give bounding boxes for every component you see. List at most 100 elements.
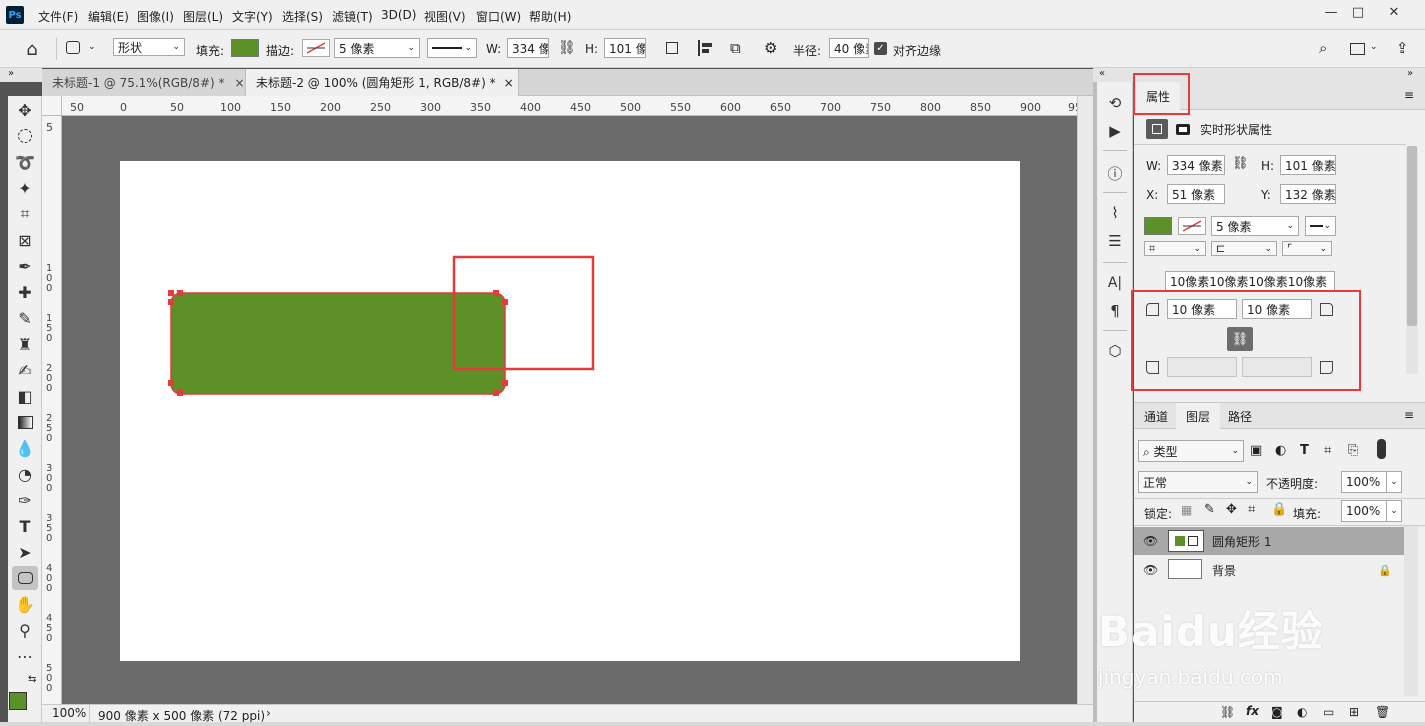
zoom-level[interactable]: 100% [42, 705, 90, 722]
menu-file[interactable]: 文件(F) [38, 8, 78, 25]
frame-tool-icon[interactable]: ⊠ [12, 228, 38, 252]
chevron-down-icon[interactable]: ⌄ [1386, 471, 1402, 493]
stamp-tool-icon[interactable]: ♜ [12, 332, 38, 356]
zoom-tool-icon[interactable]: ⚲ [12, 618, 38, 642]
x-input[interactable]: 51 像素 [1167, 184, 1225, 204]
fill-input[interactable]: 100% [1341, 500, 1387, 522]
lasso-tool-icon[interactable]: ➰ [12, 150, 38, 174]
path-operations-icon[interactable] [666, 42, 678, 54]
image-filter-icon[interactable]: ▣ [1250, 443, 1262, 458]
menu-filter[interactable]: 滤镜(T) [332, 8, 373, 25]
path-selection-tool-icon[interactable]: ➤ [12, 540, 38, 564]
menu-help[interactable]: 帮助(H) [529, 8, 571, 25]
chevron-down-icon[interactable]: ⌄ [1370, 42, 1378, 52]
panel-menu-icon[interactable]: ≡ [1404, 88, 1414, 102]
anchor-point[interactable] [493, 390, 499, 396]
corner-radii-summary[interactable]: 10像素10像素10像素10像素 [1165, 271, 1335, 291]
bottom-left-radius-input[interactable] [1167, 357, 1237, 377]
stroke-corners-select[interactable]: ⌜ ⌄ [1282, 241, 1332, 256]
anchor-point[interactable] [168, 380, 174, 386]
rounded-rectangle-tool-icon[interactable] [12, 566, 38, 590]
fill-color-swatch[interactable] [1144, 217, 1172, 235]
adjustment-icon[interactable]: ◐ [1297, 705, 1307, 719]
menu-edit[interactable]: 编辑(E) [88, 8, 129, 25]
status-menu-arrow[interactable]: › [266, 706, 271, 720]
radius-input[interactable]: 40 像素 [829, 38, 869, 58]
menu-image[interactable]: 图像(I) [137, 8, 174, 25]
close-icon[interactable]: × [504, 76, 514, 90]
mask-properties-icon[interactable] [1172, 119, 1194, 139]
anchor-point[interactable] [493, 290, 499, 296]
eye-icon[interactable]: 👁 [1143, 563, 1158, 577]
opacity-input[interactable]: 100% [1341, 471, 1387, 493]
anchor-point[interactable] [177, 390, 183, 396]
layer-row-background[interactable]: 👁 背景 🔒 [1134, 556, 1404, 584]
3d-cube-icon[interactable]: ⬡ [1103, 340, 1127, 362]
maximize-button[interactable]: □ [1345, 3, 1371, 21]
link-icon[interactable]: ⛓ [1232, 156, 1249, 171]
move-tool-icon[interactable]: ✥ [12, 98, 38, 122]
menu-window[interactable]: 窗口(W) [476, 8, 521, 25]
adjustment-filter-icon[interactable]: ◐ [1275, 443, 1286, 458]
menu-view[interactable]: 视图(V) [424, 8, 466, 25]
link-icon[interactable]: ⛓ [1220, 705, 1235, 719]
stroke-type-select[interactable]: ⌄ [1305, 216, 1336, 236]
layer-row-shape[interactable]: 👁 圆角矩形 1 [1134, 527, 1404, 555]
type-tool-icon[interactable]: T [12, 514, 38, 538]
anchor-point[interactable] [168, 290, 174, 296]
top-right-radius-input[interactable]: 10 像素 [1242, 299, 1312, 319]
link-corners-button[interactable]: ⛓ [1227, 327, 1253, 351]
stroke-width-select[interactable]: 5 像素 ⌄ [1211, 216, 1299, 236]
height-input[interactable]: 101 像素 [1280, 155, 1336, 175]
fill-color-swatch[interactable] [231, 39, 259, 57]
actions-play-icon[interactable]: ▶ [1103, 120, 1127, 142]
blend-mode-select[interactable]: 正常 ⌄ [1138, 471, 1258, 493]
bottom-right-radius-input[interactable] [1242, 357, 1312, 377]
lock-artboard-icon[interactable]: ⌗ [1248, 502, 1255, 517]
info-icon[interactable]: ⓘ [1103, 162, 1127, 184]
smart-object-filter-icon[interactable]: ⎘ [1348, 443, 1358, 458]
history-brush-tool-icon[interactable]: ✍ [12, 358, 38, 382]
pen-tool-icon[interactable]: ✑ [12, 488, 38, 512]
gradient-tool-icon[interactable] [12, 410, 38, 434]
brush-settings-icon[interactable]: ⌇ [1103, 202, 1127, 224]
share-icon[interactable]: ⇪ [1396, 39, 1409, 57]
swap-colors-icon[interactable]: ⇆ [28, 674, 36, 685]
crop-tool-icon[interactable]: ⌗ [12, 202, 38, 226]
tab-document-1[interactable]: 未标题-1 @ 75.1%(RGB/8#) * × [42, 69, 246, 96]
history-icon[interactable]: ⟲ [1103, 92, 1127, 114]
minimize-button[interactable]: — [1318, 3, 1344, 21]
stroke-align-select[interactable]: ⌗ ⌄ [1144, 241, 1206, 256]
new-layer-icon[interactable]: ⊞ [1349, 705, 1359, 719]
workspace-icon[interactable] [1350, 43, 1365, 55]
magic-wand-tool-icon[interactable]: ✦ [12, 176, 38, 200]
shape-filter-icon[interactable]: ⌗ [1324, 443, 1331, 458]
eyedropper-tool-icon[interactable]: ✒ [12, 254, 38, 278]
healing-brush-tool-icon[interactable]: ✚ [12, 280, 38, 304]
align-edges-checkbox[interactable]: ✓ [874, 42, 887, 55]
toolbar-collapse-strip[interactable]: » [0, 68, 42, 82]
path-alignment-icon[interactable] [698, 40, 700, 56]
stroke-width-select[interactable]: 5 像素 ⌄ [334, 38, 420, 58]
tool-mode-select[interactable]: 形状 ⌄ [113, 38, 185, 56]
mask-icon[interactable]: ◙ [1271, 705, 1283, 719]
height-input[interactable]: 101 像 [604, 38, 646, 58]
brush-tool-icon[interactable]: ✎ [12, 306, 38, 330]
more-tools-icon[interactable]: ⋯ [12, 644, 38, 668]
width-input[interactable]: 334 像 [507, 38, 549, 58]
chevron-down-icon[interactable]: ⌄ [88, 42, 96, 52]
lock-position-icon[interactable]: ✥ [1226, 502, 1237, 517]
menu-layer[interactable]: 图层(L) [183, 8, 223, 25]
vertical-scrollbar[interactable] [1077, 96, 1093, 704]
lock-transparent-icon[interactable]: ▦ [1181, 503, 1192, 517]
top-left-radius-input[interactable]: 10 像素 [1167, 299, 1237, 319]
tab-paths[interactable]: 路径 [1218, 403, 1262, 429]
anchor-point[interactable] [168, 299, 174, 305]
dodge-tool-icon[interactable]: ◔ [12, 462, 38, 486]
y-input[interactable]: 132 像素 [1280, 184, 1336, 204]
tab-layers[interactable]: 图层 [1176, 403, 1221, 429]
delete-icon[interactable]: 🗑 [1375, 705, 1390, 719]
menu-3d[interactable]: 3D(D) [381, 8, 416, 22]
marquee-tool-icon[interactable] [12, 124, 38, 148]
stroke-caps-select[interactable]: ⊏ ⌄ [1211, 241, 1277, 256]
